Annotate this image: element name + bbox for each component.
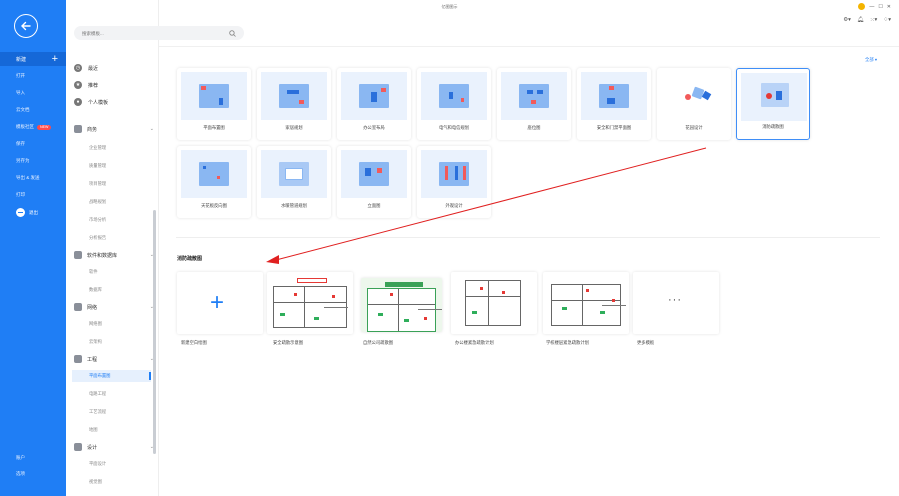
annotation-arrow — [266, 147, 707, 264]
app-window: 亿图图示 — ☐ ✕ ⚙▾ 🔔︎ ⁙▾ ♢▾ 新建 + 打开 导入 云文档 模板… — [0, 0, 899, 496]
